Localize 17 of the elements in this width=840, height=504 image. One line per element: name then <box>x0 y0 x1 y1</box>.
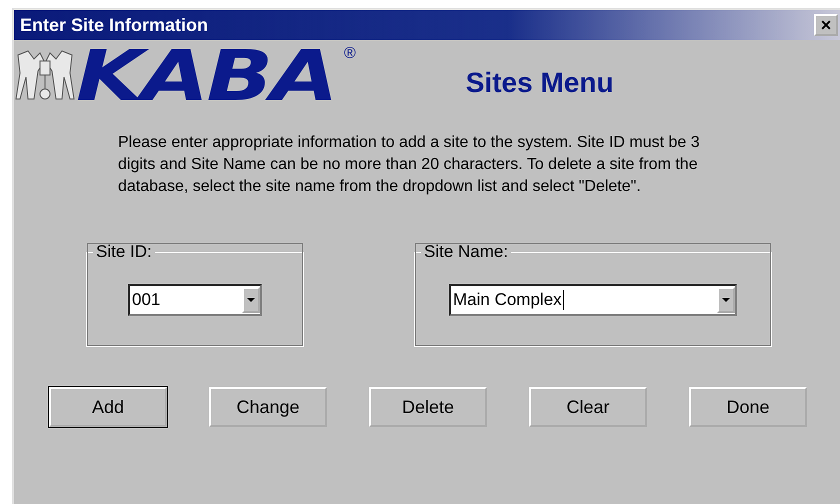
dialog-button[interactable]: Clear <box>529 387 647 427</box>
instructions-text: Please enter appropriate information to add a site to the system. Site ID must be 3 digits and Site Name can be no more than 20 characters. To delete a site from the database, select the site name from the dropdown list and select "Delete". <box>118 133 701 197</box>
window-title: Enter Site Information <box>20 14 208 36</box>
combo-value: 001 <box>131 290 160 310</box>
dialog-button[interactable]: Done <box>689 387 807 427</box>
dialog-button[interactable]: Add <box>49 387 167 427</box>
close-button[interactable]: × <box>814 14 838 36</box>
group-label: Site ID: <box>95 242 153 262</box>
combo-box[interactable]: Main Complex <box>449 284 737 316</box>
sites-menu-heading: Sites Menu <box>466 67 614 99</box>
registered-mark: ® <box>344 45 356 63</box>
combo-box[interactable]: 001 <box>128 284 262 316</box>
dialog-button[interactable]: Change <box>209 387 327 427</box>
combo-value: Main Complex <box>452 290 562 310</box>
logo-wordmark: KABA <box>76 41 336 111</box>
group-label: Site Name: <box>423 242 510 262</box>
dialog-button[interactable]: Delete <box>369 387 487 427</box>
